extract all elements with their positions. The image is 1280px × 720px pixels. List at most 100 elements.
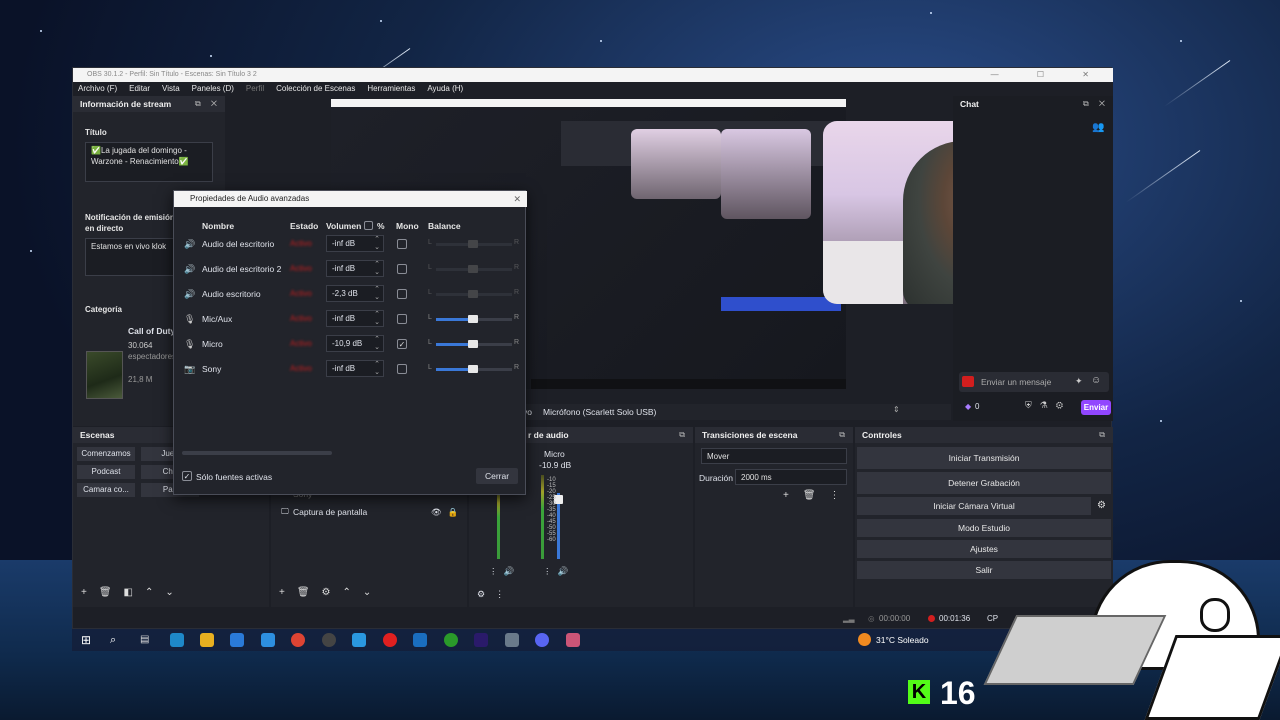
menu-ayuda[interactable]: Ayuda (H) bbox=[427, 82, 463, 96]
visibility-lock-icon[interactable]: 👁🔒 bbox=[431, 507, 464, 518]
outlook-icon[interactable] bbox=[413, 633, 427, 647]
horizontal-scrollbar[interactable] bbox=[182, 451, 332, 455]
select-chevron-icon[interactable]: ⇕ bbox=[893, 405, 900, 414]
app-icon[interactable] bbox=[566, 633, 580, 647]
menu-editar[interactable]: Editar bbox=[129, 82, 150, 96]
filter-icon[interactable]: ◧ bbox=[124, 587, 133, 598]
weather-text[interactable]: 31°C Soleado bbox=[876, 635, 929, 645]
trash-icon[interactable]: 🗑 bbox=[803, 490, 816, 501]
col-state: Estado bbox=[290, 221, 319, 231]
obs-icon[interactable] bbox=[322, 633, 336, 647]
volume-field[interactable]: -inf dB ⌃ ⌄ bbox=[326, 360, 384, 377]
more-icon[interactable]: ⋮ bbox=[830, 490, 840, 501]
chrome-icon[interactable] bbox=[291, 633, 305, 647]
close-button[interactable]: Cerrar bbox=[476, 468, 518, 484]
balance-slider[interactable]: LR bbox=[428, 289, 520, 299]
dock-controls-icon[interactable]: ⧉ ✕ bbox=[195, 96, 221, 112]
up-icon[interactable]: ⌃ bbox=[343, 587, 351, 598]
add-icon[interactable]: + bbox=[81, 587, 87, 598]
search-icon[interactable]: ⌕ bbox=[110, 633, 124, 647]
mod-tools-icon[interactable]: ⛨⚗⚙ bbox=[1025, 400, 1071, 411]
discord-icon[interactable] bbox=[535, 633, 549, 647]
mixer-channel-controls[interactable]: ⋮🔊 bbox=[543, 566, 574, 577]
mail-icon[interactable] bbox=[261, 633, 275, 647]
volume-field[interactable]: -2,3 dB ⌃ ⌄ bbox=[326, 285, 384, 302]
scene-item[interactable]: Podcast bbox=[77, 465, 135, 479]
scene-item[interactable]: Camara co... bbox=[77, 483, 135, 497]
mono-checkbox[interactable] bbox=[397, 239, 407, 249]
mixer-channel-controls[interactable]: ⋮🔊 bbox=[489, 566, 520, 577]
folder-icon[interactable] bbox=[200, 633, 214, 647]
active-sources-checkbox[interactable]: ✓ bbox=[182, 471, 192, 481]
balance-slider[interactable]: LR bbox=[428, 239, 520, 249]
windows-start-icon[interactable]: ⊞ bbox=[81, 633, 95, 647]
trash-icon[interactable]: 🗑 bbox=[99, 587, 112, 598]
points-icon[interactable]: ◆ bbox=[965, 402, 971, 411]
menu-herramientas[interactable]: Herramientas bbox=[367, 82, 415, 96]
mono-checkbox[interactable] bbox=[397, 264, 407, 274]
balance-slider[interactable]: LR bbox=[428, 339, 520, 349]
up-icon[interactable]: ⌃ bbox=[145, 587, 153, 598]
premiere-icon[interactable] bbox=[474, 633, 488, 647]
volume-field[interactable]: -inf dB ⌃ ⌄ bbox=[326, 235, 384, 252]
xbox-icon[interactable] bbox=[444, 633, 458, 647]
mono-checkbox[interactable] bbox=[397, 314, 407, 324]
balance-slider[interactable]: LR bbox=[428, 364, 520, 374]
add-icon[interactable]: + bbox=[279, 587, 285, 598]
percent-checkbox[interactable] bbox=[364, 221, 373, 230]
down-icon[interactable]: ⌄ bbox=[363, 587, 371, 598]
volume-field[interactable]: -inf dB ⌃ ⌄ bbox=[326, 260, 384, 277]
balance-slider[interactable]: LR bbox=[428, 314, 520, 324]
balance-slider[interactable]: LR bbox=[428, 264, 520, 274]
store-icon[interactable] bbox=[230, 633, 244, 647]
opera-icon[interactable] bbox=[383, 633, 397, 647]
dock-controls-icon[interactable]: ⧉ ✕ bbox=[1083, 96, 1109, 112]
mixer-channel-name: Micro bbox=[544, 449, 565, 459]
send-button[interactable]: Enviar bbox=[1081, 400, 1111, 415]
star bbox=[1160, 420, 1162, 422]
down-icon[interactable]: ⌄ bbox=[165, 587, 173, 598]
dock-controls-icon[interactable]: ⧉ bbox=[1099, 427, 1109, 443]
users-icon[interactable]: 👥 bbox=[1092, 122, 1104, 133]
volume-field[interactable]: -inf dB ⌃ ⌄ bbox=[326, 310, 384, 327]
emote-icon[interactable]: ☺ bbox=[1091, 375, 1101, 386]
start-stream-button[interactable]: Iniciar Transmisión bbox=[857, 447, 1111, 469]
row-state: Activo bbox=[290, 264, 312, 273]
source-item[interactable]: Captura de pantalla bbox=[293, 507, 367, 517]
stream-info-header: Información de stream ⧉ ✕ bbox=[73, 96, 225, 112]
menu-archivo[interactable]: Archivo (F) bbox=[78, 82, 117, 96]
mono-checkbox[interactable]: ✓ bbox=[397, 339, 407, 349]
mono-checkbox[interactable] bbox=[397, 364, 407, 374]
camera-icon: 📷 bbox=[184, 364, 196, 374]
dock-controls-icon[interactable]: ⧉ bbox=[679, 427, 689, 443]
add-icon[interactable]: + bbox=[783, 490, 789, 501]
dialog-title: Propiedades de Audio avanzadas bbox=[190, 194, 310, 203]
gear-icon[interactable]: ⚙ bbox=[322, 587, 331, 598]
task-view-icon[interactable]: ▤ bbox=[140, 633, 154, 647]
calculator-icon[interactable] bbox=[505, 633, 519, 647]
close-icon[interactable]: ✕ bbox=[513, 191, 521, 207]
menu-vista[interactable]: Vista bbox=[162, 82, 180, 96]
edge-icon[interactable] bbox=[170, 633, 184, 647]
window-controls[interactable]: — ☐ ✕ bbox=[991, 68, 1107, 82]
duration-field[interactable]: 2000 ms bbox=[735, 469, 847, 485]
title-field[interactable]: ✅La jugada del domingo - Warzone - Renac… bbox=[85, 142, 213, 182]
transition-type-select[interactable]: Mover bbox=[701, 448, 847, 464]
active-sources-label: Sólo fuentes activas bbox=[196, 472, 273, 482]
app-icon[interactable] bbox=[352, 633, 366, 647]
bits-icon[interactable]: ✦ bbox=[1075, 376, 1083, 387]
scene-item[interactable]: Comenzamos bbox=[77, 447, 135, 461]
mic-source-select[interactable]: Micrófono (Scarlett Solo USB) bbox=[543, 407, 656, 417]
menu-paneles[interactable]: Paneles (D) bbox=[192, 82, 234, 96]
virtual-camera-button[interactable]: Iniciar Cámara Virtual bbox=[857, 497, 1091, 515]
virtual-camera-gear-icon[interactable]: ⚙ bbox=[1097, 500, 1106, 511]
menu-coleccion[interactable]: Colección de Escenas bbox=[276, 82, 355, 96]
stop-recording-button[interactable]: Detener Grabación bbox=[857, 472, 1111, 494]
menu-perfil[interactable]: Perfil bbox=[246, 82, 264, 96]
trash-icon[interactable]: 🗑 bbox=[297, 587, 310, 598]
dock-controls-icon[interactable]: ⧉ bbox=[839, 427, 849, 443]
mixer-toolbar[interactable]: ⚙⋮ bbox=[477, 589, 514, 600]
volume-field[interactable]: -10,9 dB ⌃ ⌄ bbox=[326, 335, 384, 352]
mono-checkbox[interactable] bbox=[397, 289, 407, 299]
chat-input[interactable]: Enviar un mensaje ✦ ☺ bbox=[959, 372, 1109, 392]
